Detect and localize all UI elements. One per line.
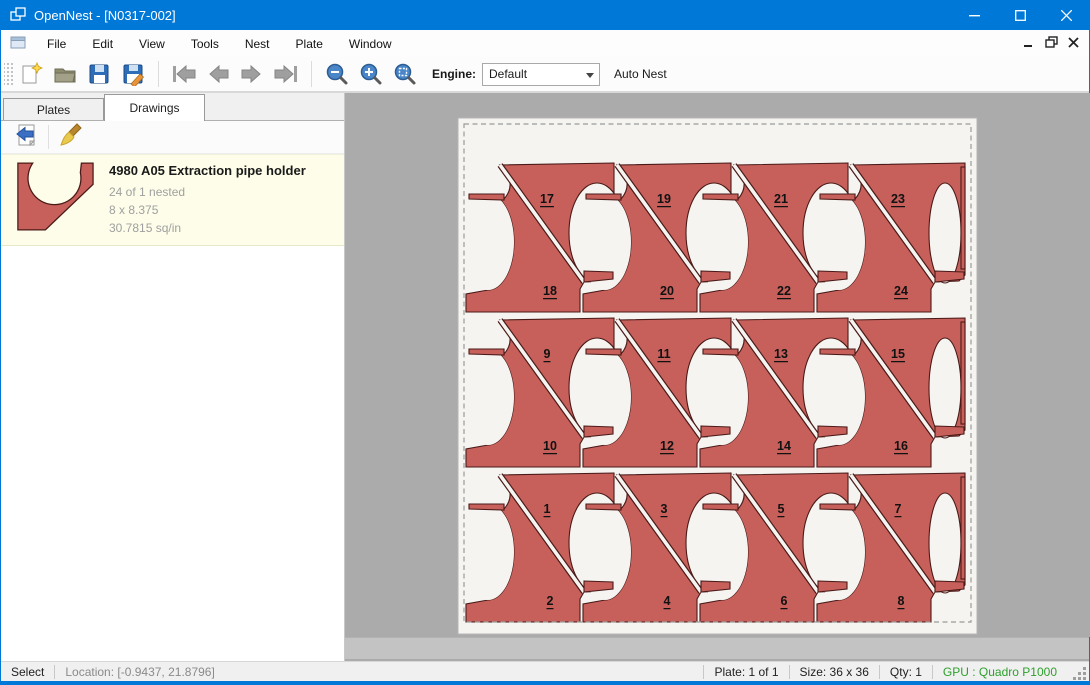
mdi-child-icon[interactable] [10,35,26,53]
svg-text:5: 5 [777,502,784,516]
go-next-button[interactable] [235,60,269,88]
engine-label: Engine: [432,67,476,81]
drawing-part-shape [18,163,93,230]
status-qty: Qty: 1 [880,665,932,679]
svg-text:21: 21 [774,192,788,206]
app-icon [10,6,26,25]
auto-nest-button[interactable]: Auto Nest [614,67,667,81]
drawing-size: 8 x 8.375 [109,201,306,219]
drawing-list-item[interactable]: 4980 A05 Extraction pipe holder 24 of 1 … [1,154,344,246]
import-drawing-button[interactable] [13,123,39,152]
go-previous-button[interactable] [201,60,235,88]
app-window: OpenNest - [N0317-002] FileEditViewTools… [0,0,1090,685]
status-mode: Select [1,665,54,679]
tab-drawings[interactable]: Drawings [104,94,205,121]
sidebar-tabs: PlatesDrawings [1,93,344,121]
horizontal-scrollbar[interactable] [345,637,1089,659]
nest-canvas-pane: 171819202122232491011121314151612345678 [345,93,1089,661]
svg-text:9: 9 [543,347,550,361]
svg-text:1: 1 [543,502,550,516]
toolbar-separator [158,61,159,87]
svg-text:3: 3 [660,502,667,516]
svg-text:4: 4 [663,594,670,608]
toolbar-grip[interactable] [4,61,14,87]
menu-item-file[interactable]: File [34,32,79,56]
svg-text:10: 10 [543,439,557,453]
zoom-in-button[interactable] [354,60,388,88]
tab-plates[interactable]: Plates [3,98,104,120]
resize-grip[interactable] [1071,665,1087,681]
svg-text:12: 12 [660,439,674,453]
status-bar: Select Location: [-0.9437, 21.8796] Plat… [1,661,1089,681]
svg-text:19: 19 [657,192,671,206]
clean-broom-button[interactable] [58,123,84,152]
go-last-button[interactable] [269,60,303,88]
svg-text:23: 23 [891,192,905,206]
svg-text:18: 18 [543,284,557,298]
svg-text:15: 15 [891,347,905,361]
status-location: Location: [-0.9437, 21.8796] [55,665,224,679]
sidebar-toolbar [1,121,344,154]
sidebar-toolbar-separator [48,125,49,149]
zoom-fit-button[interactable] [388,60,422,88]
drawing-thumbnail [13,161,99,233]
close-button[interactable] [1043,0,1089,30]
engine-value: Default [489,67,527,81]
svg-text:6: 6 [780,594,787,608]
new-document-button[interactable] [14,60,48,88]
svg-text:7: 7 [894,502,901,516]
toolbar-separator [311,61,312,87]
drawing-area: 30.7815 sq/in [109,219,306,237]
svg-text:20: 20 [660,284,674,298]
svg-text:8: 8 [897,594,904,608]
save-as-button[interactable] [116,60,150,88]
menu-item-plate[interactable]: Plate [283,32,336,56]
svg-text:2: 2 [546,594,553,608]
svg-text:13: 13 [774,347,788,361]
engine-select[interactable]: Default [482,63,600,86]
status-gpu: GPU : Quadro P1000 [933,665,1067,679]
menu-item-window[interactable]: Window [336,32,405,56]
menu-item-edit[interactable]: Edit [79,32,126,56]
zoom-out-button[interactable] [320,60,354,88]
svg-text:11: 11 [657,347,670,361]
mdi-close-button[interactable] [1068,37,1079,51]
status-size: Size: 36 x 36 [790,665,879,679]
minimize-button[interactable] [951,0,997,30]
menu-item-nest[interactable]: Nest [232,32,283,56]
svg-text:14: 14 [777,439,791,453]
svg-text:16: 16 [894,439,908,453]
menu-item-tools[interactable]: Tools [178,32,232,56]
maximize-button[interactable] [997,0,1043,30]
window-title: OpenNest - [N0317-002] [34,8,176,23]
svg-text:17: 17 [540,192,554,206]
main-toolbar: Engine: Default Auto Nest [1,57,1089,93]
chevron-down-icon [586,73,594,78]
drawing-title: 4980 A05 Extraction pipe holder [109,163,306,178]
title-bar: OpenNest - [N0317-002] [1,0,1089,30]
go-first-button[interactable] [167,60,201,88]
status-plate: Plate: 1 of 1 [704,665,788,679]
menu-item-view[interactable]: View [126,32,178,56]
nest-canvas[interactable]: 171819202122232491011121314151612345678 [345,93,1090,637]
svg-text:24: 24 [894,284,908,298]
save-button[interactable] [82,60,116,88]
open-button[interactable] [48,60,82,88]
drawing-nested-count: 24 of 1 nested [109,183,306,201]
mdi-minimize-button[interactable] [1023,36,1035,51]
svg-text:22: 22 [777,284,791,298]
mdi-restore-button[interactable] [1045,36,1058,51]
sidebar: PlatesDrawings 4980 A05 Extraction pipe … [1,93,345,661]
menu-bar: FileEditViewToolsNestPlateWindow [1,30,1089,57]
